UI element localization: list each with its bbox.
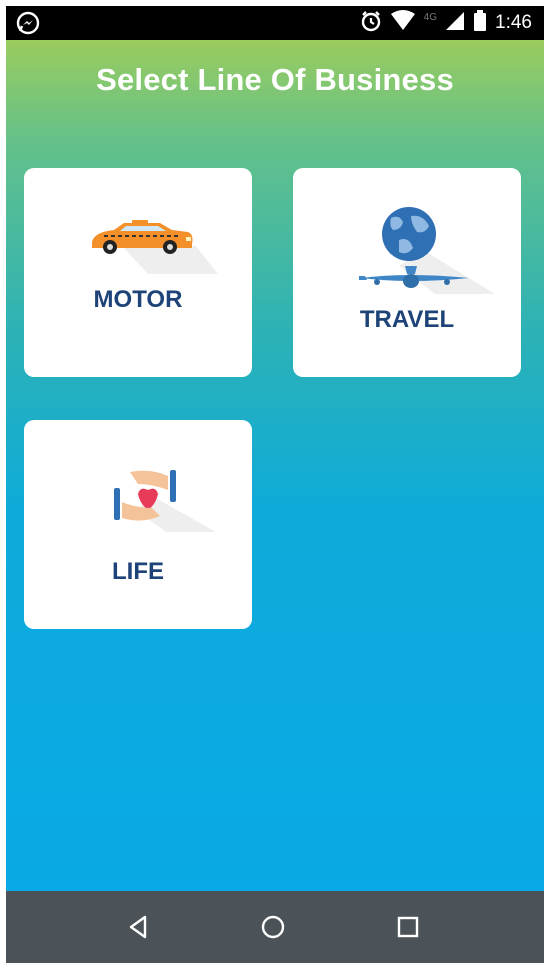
- phone-screen: 4G 1:46 Select Line Of Business MOTOR TR…: [6, 6, 544, 963]
- travel-label: TRAVEL: [359, 306, 455, 333]
- motor-label: MOTOR: [93, 286, 183, 313]
- life-card[interactable]: LIFE: [24, 420, 252, 629]
- life-label: LIFE: [112, 558, 164, 585]
- car-icon: [88, 220, 220, 281]
- network-type-label: 4G: [423, 11, 438, 23]
- back-icon[interactable]: [121, 909, 157, 945]
- navigation-bar: [6, 891, 544, 963]
- status-bar: 4G 1:46: [6, 6, 544, 40]
- globe-airplane-icon: [359, 206, 495, 301]
- home-icon[interactable]: [255, 909, 291, 945]
- hands-heart-icon: [112, 466, 222, 541]
- messenger-icon: [16, 11, 42, 35]
- signal-icon: [445, 11, 465, 36]
- status-time: 1:46: [495, 12, 532, 33]
- battery-icon: [473, 9, 487, 37]
- wifi-icon: [390, 9, 416, 37]
- page-title: Select Line Of Business: [96, 62, 454, 97]
- motor-card[interactable]: MOTOR: [24, 168, 252, 377]
- travel-card[interactable]: TRAVEL: [293, 168, 521, 377]
- recents-icon[interactable]: [390, 909, 426, 945]
- alarm-icon: [360, 10, 382, 37]
- app-content: Select Line Of Business MOTOR TRAVEL LIF…: [6, 40, 544, 891]
